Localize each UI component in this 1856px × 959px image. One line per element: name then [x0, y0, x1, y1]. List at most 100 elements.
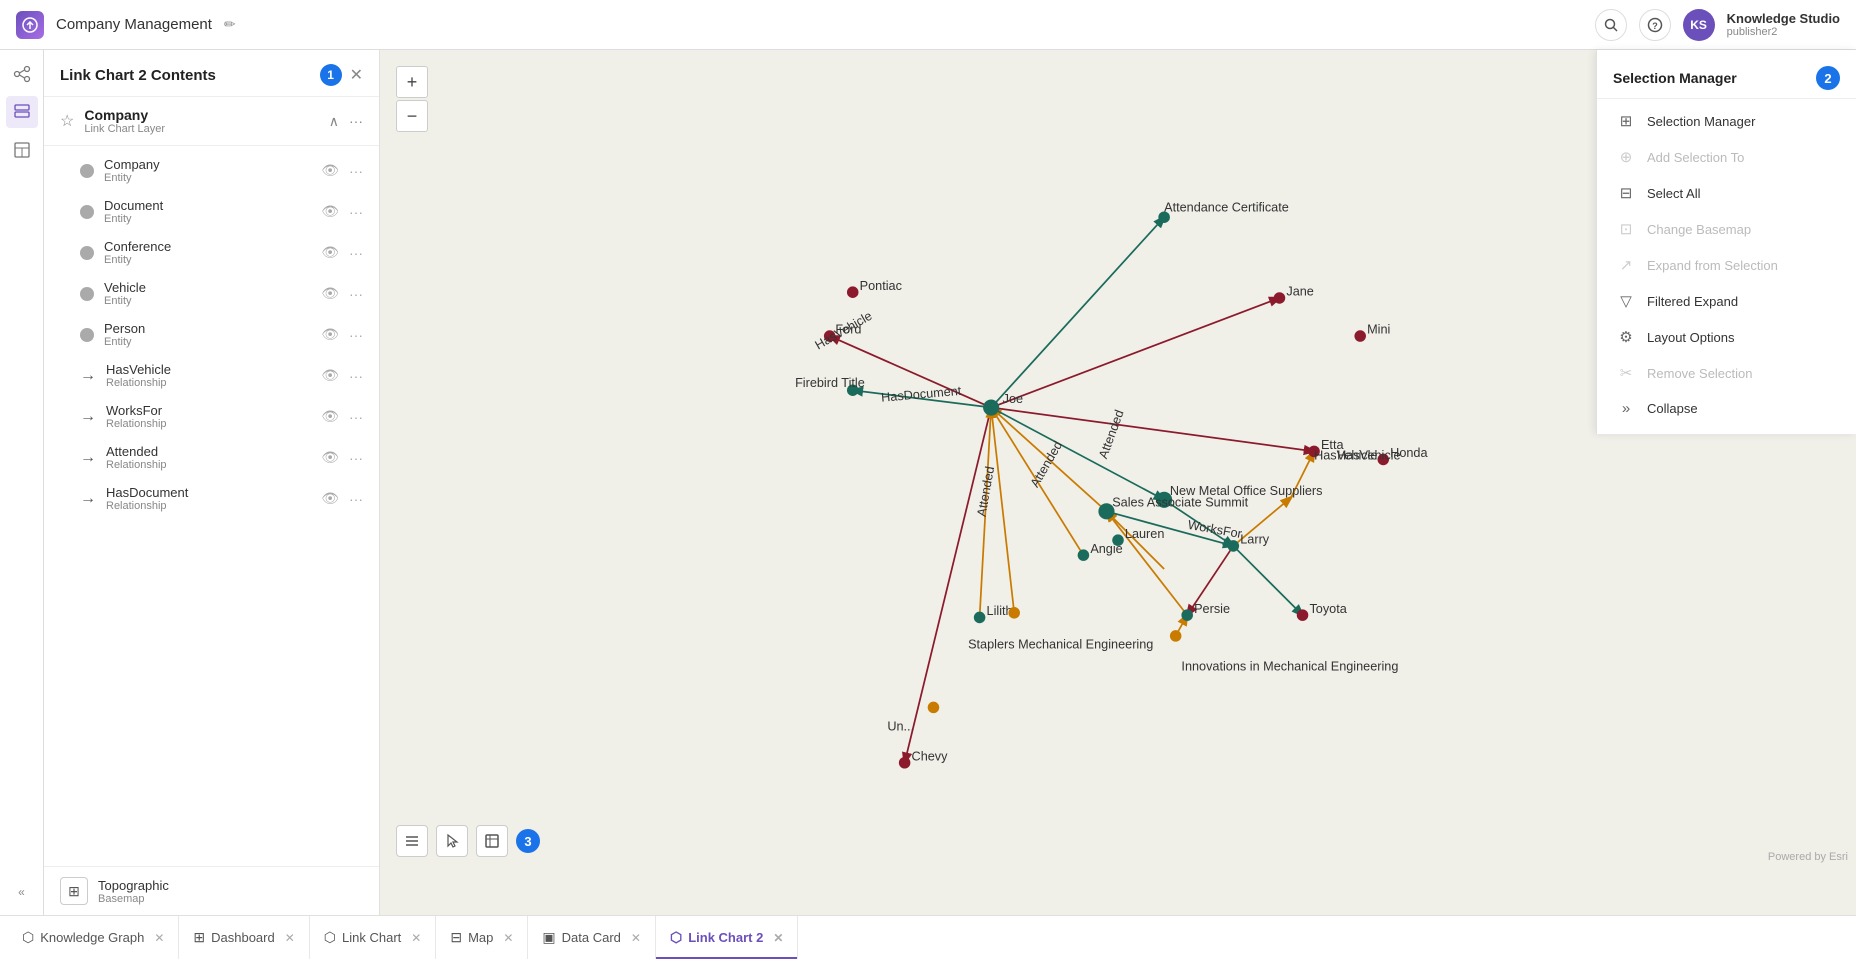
menu-item[interactable]: ⚙ Layout Options [1597, 319, 1856, 355]
user-avatar[interactable]: KS [1683, 9, 1715, 41]
item-dots-icon[interactable]: ··· [349, 450, 363, 466]
zoom-controls: + − [396, 66, 428, 132]
menu-item-icon: ⊞ [1617, 112, 1635, 130]
svg-text:Toyota: Toyota [1309, 602, 1347, 616]
list-item[interactable]: → HasDocument Relationship 👁 ··· [44, 478, 379, 519]
list-item[interactable]: Document Entity 👁 ··· [44, 191, 379, 232]
item-dots-icon[interactable]: ··· [349, 409, 363, 425]
zoom-out-button[interactable]: − [396, 100, 428, 132]
search-button[interactable] [1595, 9, 1627, 41]
item-circle-icon [80, 164, 94, 178]
svg-text:Larry: Larry [1240, 533, 1270, 547]
item-eye-icon[interactable]: 👁 [321, 203, 339, 220]
tab-close-button[interactable]: ✕ [285, 931, 295, 945]
list-item[interactable]: Company Entity 👁 ··· [44, 150, 379, 191]
svg-text:Persie: Persie [1194, 602, 1230, 616]
list-item[interactable]: Person Entity 👁 ··· [44, 314, 379, 355]
item-eye-icon[interactable]: 👁 [321, 367, 339, 384]
item-name: Vehicle [104, 280, 311, 295]
svg-text:Attendance Certificate: Attendance Certificate [1164, 200, 1289, 214]
item-dots-icon[interactable]: ··· [349, 163, 363, 179]
menu-item[interactable]: ⊞ Selection Manager [1597, 103, 1856, 139]
tab-icon: ⊟ [450, 929, 462, 946]
item-eye-icon[interactable]: 👁 [321, 490, 339, 507]
item-info: HasVehicle Relationship [106, 362, 311, 389]
item-circle-icon [80, 246, 94, 260]
item-info: Company Entity [104, 157, 311, 184]
menu-item-icon: ⊡ [1617, 220, 1635, 238]
frame-toolbar-button[interactable] [476, 825, 508, 857]
tab-close-button[interactable]: ✕ [773, 931, 783, 945]
tab-item[interactable]: ⊞ Dashboard ✕ [179, 916, 309, 959]
layer-name: Company [84, 107, 318, 123]
user-info: Knowledge Studio publisher2 [1727, 11, 1840, 38]
item-eye-icon[interactable]: 👁 [321, 326, 339, 343]
menu-item-label: Layout Options [1647, 330, 1734, 345]
item-dots-icon[interactable]: ··· [349, 204, 363, 220]
content-list: Company Entity 👁 ··· Document Entity 👁 ·… [44, 146, 379, 866]
svg-text:HasVehicle: HasVehicle [1337, 448, 1400, 462]
rail-collapse[interactable]: « [10, 877, 33, 907]
tab-close-button[interactable]: ✕ [503, 931, 513, 945]
item-dots-icon[interactable]: ··· [349, 491, 363, 507]
item-info: WorksFor Relationship [106, 403, 311, 430]
item-dots-icon[interactable]: ··· [349, 368, 363, 384]
rail-icon-layers[interactable] [6, 96, 38, 128]
item-info: Conference Entity [104, 239, 311, 266]
panel-close-button[interactable]: ✕ [350, 65, 363, 85]
item-eye-icon[interactable]: 👁 [321, 285, 339, 302]
layer-menu-icon[interactable]: ··· [349, 113, 363, 129]
rail-icon-table[interactable] [6, 134, 38, 166]
tab-close-button[interactable]: ✕ [631, 931, 641, 945]
rail-icon-connect[interactable] [6, 58, 38, 90]
item-name: Conference [104, 239, 311, 254]
item-type: Entity [104, 213, 311, 225]
tab-item[interactable]: ⊟ Map ✕ [436, 916, 528, 959]
menu-item-icon: ✂ [1617, 364, 1635, 382]
item-eye-icon[interactable]: 👁 [321, 244, 339, 261]
list-item[interactable]: → WorksFor Relationship 👁 ··· [44, 396, 379, 437]
svg-text:?: ? [1652, 21, 1658, 31]
tab-item[interactable]: ⬡ Knowledge Graph ✕ [8, 916, 179, 959]
list-item[interactable]: → Attended Relationship 👁 ··· [44, 437, 379, 478]
item-eye-icon[interactable]: 👁 [321, 449, 339, 466]
item-name: HasVehicle [106, 362, 311, 377]
item-eye-icon[interactable]: 👁 [321, 408, 339, 425]
item-type: Relationship [106, 459, 311, 471]
item-arrow-icon: → [80, 408, 96, 426]
svg-text:Attended: Attended [975, 465, 998, 517]
bottom-toolbar: 3 [380, 817, 1856, 865]
item-eye-icon[interactable]: 👁 [321, 162, 339, 179]
help-button[interactable]: ? [1639, 9, 1671, 41]
panel-title: Link Chart 2 Contents [60, 67, 312, 84]
list-item[interactable]: Vehicle Entity 👁 ··· [44, 273, 379, 314]
menu-item[interactable]: ▽ Filtered Expand [1597, 283, 1856, 319]
item-name: Document [104, 198, 311, 213]
cursor-toolbar-button[interactable] [436, 825, 468, 857]
menu-item[interactable]: ⊟ Select All [1597, 175, 1856, 211]
item-type: Entity [104, 172, 311, 184]
svg-text:Chevy: Chevy [912, 749, 949, 763]
edit-icon[interactable]: ✏ [224, 16, 236, 33]
item-circle-icon [80, 328, 94, 342]
tab-item[interactable]: ▣ Data Card ✕ [528, 916, 656, 959]
layer-expand-icon[interactable]: ∧ [329, 113, 339, 130]
tab-item[interactable]: ⬡ Link Chart ✕ [310, 916, 437, 959]
list-item[interactable]: → HasVehicle Relationship 👁 ··· [44, 355, 379, 396]
menu-item[interactable]: » Collapse [1597, 391, 1856, 426]
tab-close-button[interactable]: ✕ [411, 931, 421, 945]
tab-icon: ⬡ [324, 929, 336, 946]
item-dots-icon[interactable]: ··· [349, 286, 363, 302]
item-dots-icon[interactable]: ··· [349, 245, 363, 261]
list-item[interactable]: Conference Entity 👁 ··· [44, 232, 379, 273]
tab-close-button[interactable]: ✕ [154, 931, 164, 945]
list-toolbar-button[interactable] [396, 825, 428, 857]
zoom-in-button[interactable]: + [396, 66, 428, 98]
menu-item-icon: ▽ [1617, 292, 1635, 310]
svg-text:Firebird Title: Firebird Title [795, 376, 865, 390]
tab-item[interactable]: ⬡ Link Chart 2 ✕ [656, 916, 798, 959]
tab-icon: ⬡ [22, 929, 34, 946]
tab-label: Data Card [562, 930, 621, 945]
item-dots-icon[interactable]: ··· [349, 327, 363, 343]
item-info: Attended Relationship [106, 444, 311, 471]
